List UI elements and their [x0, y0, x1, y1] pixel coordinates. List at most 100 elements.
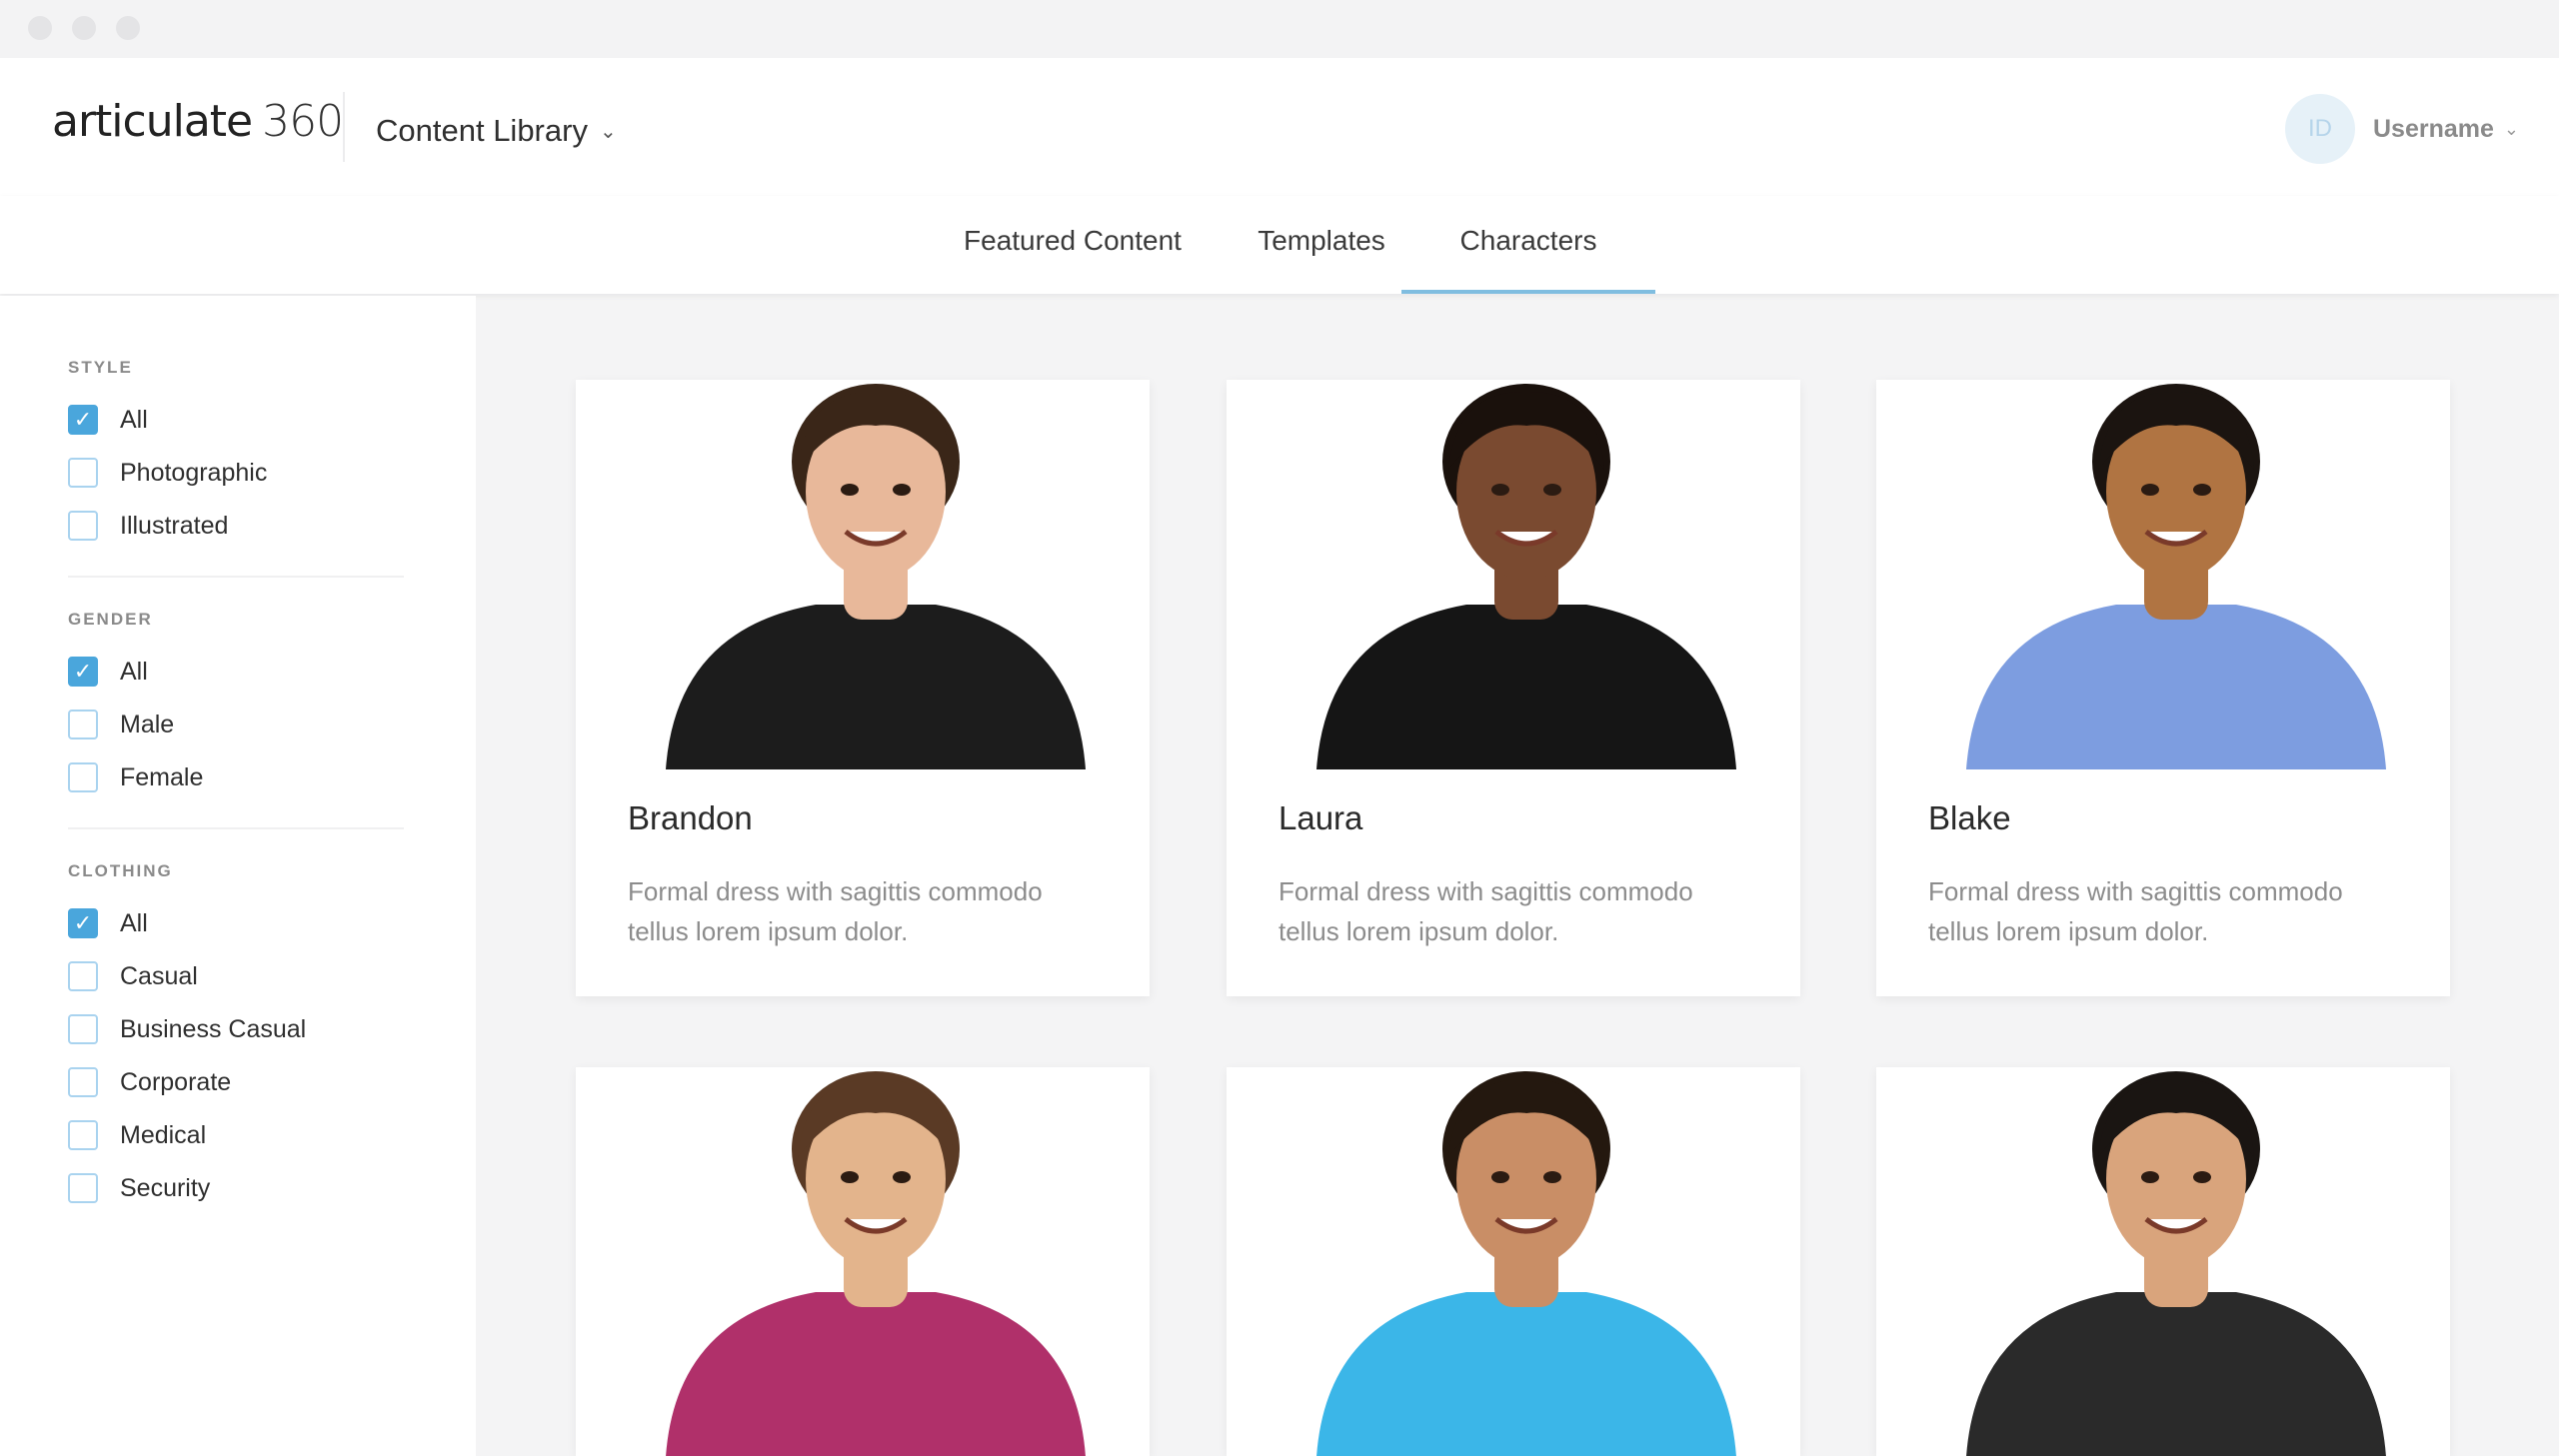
character-card-brandon[interactable]: Brandon Formal dress with sagittis commo… — [576, 380, 1150, 996]
character-name: Brandon — [628, 799, 753, 836]
torso-shape — [1966, 1292, 2386, 1456]
filter-label: Photographic — [120, 458, 268, 487]
checkbox-icon — [68, 961, 98, 991]
checkbox-icon — [68, 1014, 98, 1044]
filter-label: Female — [120, 762, 204, 791]
filter-group-title-clothing: CLOTHING — [68, 861, 173, 880]
character-card[interactable] — [1876, 1067, 2450, 1456]
eye-shape — [2141, 484, 2159, 496]
tab-templates[interactable]: Templates — [1236, 196, 1407, 294]
tab-bar: Featured Content Templates Characters — [0, 196, 2559, 294]
checkbox-checked-icon: ✓ — [68, 908, 98, 938]
chevron-down-icon: ⌄ — [2503, 118, 2519, 139]
eye-shape — [841, 484, 859, 496]
window-zoom-dot[interactable] — [116, 16, 140, 40]
window-titlebar — [0, 0, 2559, 58]
window-close-dot[interactable] — [28, 16, 52, 40]
app-header: articulate 360 Content Library ⌄ ID User… — [0, 58, 2559, 198]
filter-separator — [68, 576, 404, 578]
filter-label: All — [120, 405, 148, 434]
eye-shape — [893, 484, 911, 496]
filter-label: Illustrated — [120, 511, 229, 540]
eye-shape — [1543, 1171, 1561, 1183]
chevron-down-icon: ⌄ — [599, 120, 617, 143]
torso-shape — [1316, 605, 1736, 769]
filter-style-photographic[interactable]: Photographic — [68, 455, 267, 491]
eye-shape — [1491, 484, 1509, 496]
filter-label: All — [120, 657, 148, 686]
filter-gender-female[interactable]: Female — [68, 759, 203, 795]
character-name: Laura — [1279, 799, 1363, 836]
torso-shape — [666, 1292, 1086, 1456]
content-library-menu[interactable]: Content Library ⌄ — [376, 106, 617, 156]
filter-gender-all[interactable]: ✓ All — [68, 654, 148, 690]
checkbox-icon — [68, 710, 98, 739]
torso-shape — [1966, 605, 2386, 769]
filter-clothing-corporate[interactable]: Corporate — [68, 1064, 231, 1100]
filter-gender-male[interactable]: Male — [68, 707, 174, 742]
filter-sidebar: STYLE ✓ All Photographic Illustrated GEN… — [0, 296, 476, 1456]
filter-group-title-style: STYLE — [68, 358, 133, 377]
filter-label: All — [120, 908, 148, 937]
logo-number: 360 — [262, 96, 344, 147]
filter-label: Security — [120, 1173, 211, 1202]
checkbox-icon — [68, 1120, 98, 1150]
window-minimize-dot[interactable] — [72, 16, 96, 40]
eye-shape — [2193, 1171, 2211, 1183]
tab-characters[interactable]: Characters — [1401, 196, 1655, 294]
eye-shape — [2141, 1171, 2159, 1183]
checkbox-icon — [68, 1067, 98, 1097]
eye-shape — [841, 1171, 859, 1183]
logo-wordmark: articulate — [52, 96, 253, 147]
checkbox-checked-icon: ✓ — [68, 657, 98, 687]
filter-label: Casual — [120, 961, 198, 990]
tab-label: Templates — [1258, 225, 1385, 256]
character-description: Formal dress with sagittis commodo tellu… — [1928, 876, 2343, 946]
character-portrait — [576, 1067, 1150, 1456]
eye-shape — [2193, 484, 2211, 496]
filter-label: Corporate — [120, 1067, 232, 1096]
filter-clothing-all[interactable]: ✓ All — [68, 905, 148, 941]
filter-group-title-gender: GENDER — [68, 610, 153, 629]
checkbox-icon — [68, 1173, 98, 1203]
filter-style-illustrated[interactable]: Illustrated — [68, 508, 228, 544]
character-card[interactable] — [1227, 1067, 1800, 1456]
filter-label: Business Casual — [120, 1014, 307, 1043]
header-divider — [343, 92, 345, 162]
character-card-laura[interactable]: Laura Formal dress with sagittis commodo… — [1227, 380, 1800, 996]
tab-label: Characters — [1459, 225, 1597, 256]
character-portrait — [576, 380, 1150, 769]
user-menu[interactable]: ID Username ⌄ — [2285, 94, 2519, 164]
eye-shape — [893, 1171, 911, 1183]
character-portrait — [1876, 1067, 2450, 1456]
filter-clothing-casual[interactable]: Casual — [68, 958, 198, 994]
avatar: ID — [2285, 94, 2355, 164]
filter-label: Male — [120, 710, 175, 738]
torso-shape — [666, 605, 1086, 769]
username-label: Username — [2373, 114, 2494, 143]
filter-clothing-medical[interactable]: Medical — [68, 1117, 206, 1153]
character-portrait — [1227, 1067, 1800, 1456]
tab-label: Featured Content — [964, 225, 1182, 256]
checkbox-icon — [68, 762, 98, 792]
filter-clothing-business-casual[interactable]: Business Casual — [68, 1011, 306, 1047]
character-description: Formal dress with sagittis commodo tellu… — [628, 876, 1043, 946]
character-card[interactable] — [576, 1067, 1150, 1456]
filter-style-all[interactable]: ✓ All — [68, 402, 148, 438]
eye-shape — [1491, 1171, 1509, 1183]
character-portrait — [1876, 380, 2450, 769]
filter-label: Medical — [120, 1120, 207, 1149]
character-card-blake[interactable]: Blake Formal dress with sagittis commodo… — [1876, 380, 2450, 996]
checkbox-checked-icon: ✓ — [68, 405, 98, 435]
articulate-logo[interactable]: articulate 360 — [52, 96, 344, 166]
character-portrait — [1227, 380, 1800, 769]
tab-featured-content[interactable]: Featured Content — [948, 196, 1198, 294]
filter-separator — [68, 827, 404, 829]
content-library-label: Content Library — [376, 113, 588, 148]
character-description: Formal dress with sagittis commodo tellu… — [1279, 876, 1693, 946]
avatar-initials: ID — [2308, 115, 2332, 142]
eye-shape — [1543, 484, 1561, 496]
checkbox-icon — [68, 511, 98, 541]
filter-clothing-security[interactable]: Security — [68, 1170, 210, 1206]
torso-shape — [1316, 1292, 1736, 1456]
